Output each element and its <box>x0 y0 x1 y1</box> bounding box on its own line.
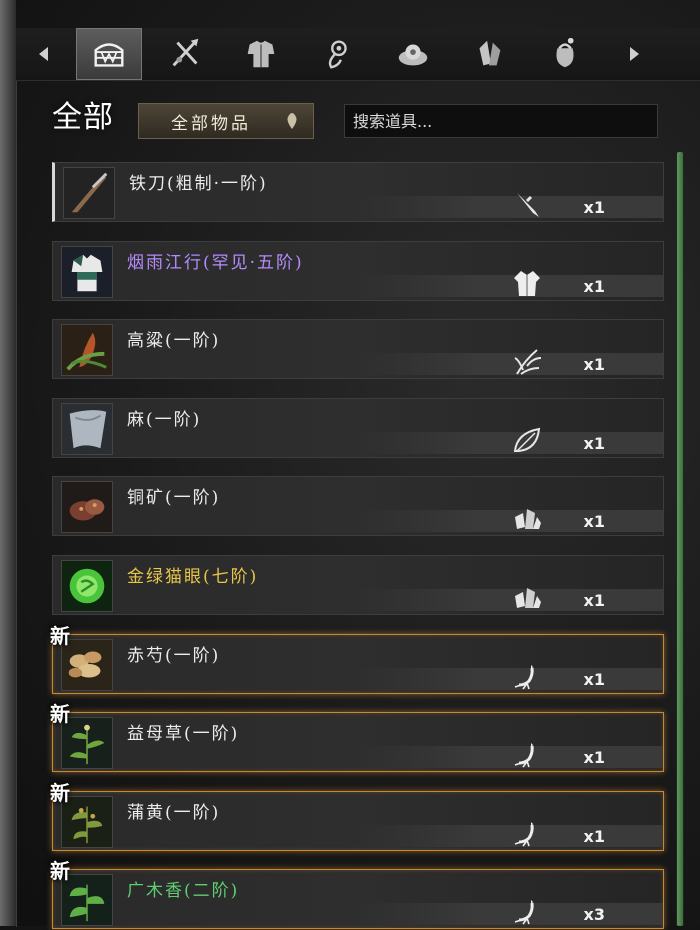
inventory-item-row[interactable]: 益母草(一阶) x1 <box>52 712 664 772</box>
item-name: 广木香(二阶) <box>127 881 240 901</box>
new-badge: 新 <box>50 702 70 726</box>
inventory-item-row[interactable]: 高粱(一阶) x1 <box>52 319 664 379</box>
tab-materials[interactable] <box>456 28 522 80</box>
scrollbar-thumb[interactable] <box>677 152 683 926</box>
tab-next-arrow-icon[interactable] <box>620 40 648 68</box>
count-band <box>353 432 663 454</box>
count-band <box>353 903 663 925</box>
item-count: x1 <box>583 434 605 453</box>
item-thumbnail <box>63 167 115 219</box>
droplet-dropdown-icon <box>287 113 297 129</box>
item-count: x1 <box>583 277 605 296</box>
item-count: x1 <box>583 512 605 531</box>
item-name: 铁刀(粗制·一阶) <box>129 174 268 194</box>
inventory-item-row[interactable]: 麻(一阶) x1 <box>52 398 664 458</box>
category-title: 全部 <box>52 100 114 135</box>
count-band <box>353 275 663 297</box>
item-thumbnail <box>61 403 113 455</box>
count-band <box>353 668 663 690</box>
item-count: x1 <box>583 827 605 846</box>
tab-all-chest[interactable] <box>76 28 142 80</box>
root-icon <box>511 661 543 691</box>
item-count: x1 <box>583 670 605 689</box>
tab-misc[interactable] <box>532 28 598 80</box>
category-tab-bar <box>16 28 700 81</box>
item-name: 烟雨江行(罕见·五阶) <box>127 253 304 273</box>
search-box[interactable] <box>344 104 658 138</box>
inventory-item-row[interactable]: 蒲黄(一阶) x1 <box>52 791 664 851</box>
item-count: x1 <box>583 591 605 610</box>
leaf-icon <box>511 425 543 455</box>
item-name: 蒲黄(一阶) <box>127 803 221 823</box>
item-name: 赤芍(一阶) <box>127 646 221 666</box>
item-name: 铜矿(一阶) <box>127 488 221 508</box>
tab-armor[interactable] <box>228 28 294 80</box>
count-band <box>353 825 663 847</box>
blade-icon <box>513 189 545 219</box>
chest-icon <box>94 43 124 67</box>
count-band <box>353 510 663 532</box>
item-name: 高粱(一阶) <box>127 331 221 351</box>
pouch-icon <box>556 37 574 68</box>
pendant-icon <box>328 40 347 69</box>
tab-weapons[interactable] <box>152 28 218 80</box>
ore-icon <box>511 503 543 533</box>
root-icon <box>511 896 543 926</box>
item-thumbnail <box>61 481 113 533</box>
item-thumbnail <box>61 560 113 612</box>
count-band <box>353 353 663 375</box>
inventory-item-row[interactable]: 赤芍(一阶) x1 <box>52 634 664 694</box>
crossed-swords-icon <box>172 38 199 67</box>
root-icon <box>511 818 543 848</box>
inventory-item-row[interactable]: 烟雨江行(罕见·五阶) x1 <box>52 241 664 301</box>
category-dropdown-label: 全部物品 <box>171 113 251 134</box>
inventory-item-row[interactable]: 铁刀(粗制·一阶) x1 <box>52 162 664 222</box>
item-thumbnail <box>61 246 113 298</box>
dish-icon <box>398 44 428 66</box>
root-icon <box>511 739 543 769</box>
tab-prev-arrow-icon[interactable] <box>30 40 58 68</box>
robe-icon <box>511 268 543 298</box>
item-name: 麻(一阶) <box>127 410 202 430</box>
item-name: 金绿猫眼(七阶) <box>127 567 259 587</box>
item-count: x3 <box>583 905 605 924</box>
item-count: x1 <box>583 748 605 767</box>
inventory-item-row[interactable]: 金绿猫眼(七阶) x1 <box>52 555 664 615</box>
inventory-item-row[interactable]: 广木香(二阶) x3 <box>52 869 664 929</box>
item-count: x1 <box>583 355 605 374</box>
tab-consumables[interactable] <box>380 28 446 80</box>
new-badge: 新 <box>50 859 70 883</box>
count-band <box>355 196 663 218</box>
item-thumbnail <box>61 324 113 376</box>
frame-edge <box>0 0 16 926</box>
tab-accessories[interactable] <box>304 28 370 80</box>
category-dropdown[interactable]: 全部物品 <box>138 103 314 139</box>
crystal-icon <box>479 40 501 66</box>
new-badge: 新 <box>50 781 70 805</box>
grain-icon <box>511 346 543 376</box>
count-band <box>353 746 663 768</box>
item-count: x1 <box>583 198 605 217</box>
search-input[interactable] <box>345 105 657 137</box>
armor-icon <box>247 40 275 68</box>
ore-icon <box>511 582 543 612</box>
inventory-item-row[interactable]: 铜矿(一阶) x1 <box>52 476 664 536</box>
count-band <box>353 589 663 611</box>
new-badge: 新 <box>50 624 70 648</box>
item-name: 益母草(一阶) <box>127 724 240 744</box>
